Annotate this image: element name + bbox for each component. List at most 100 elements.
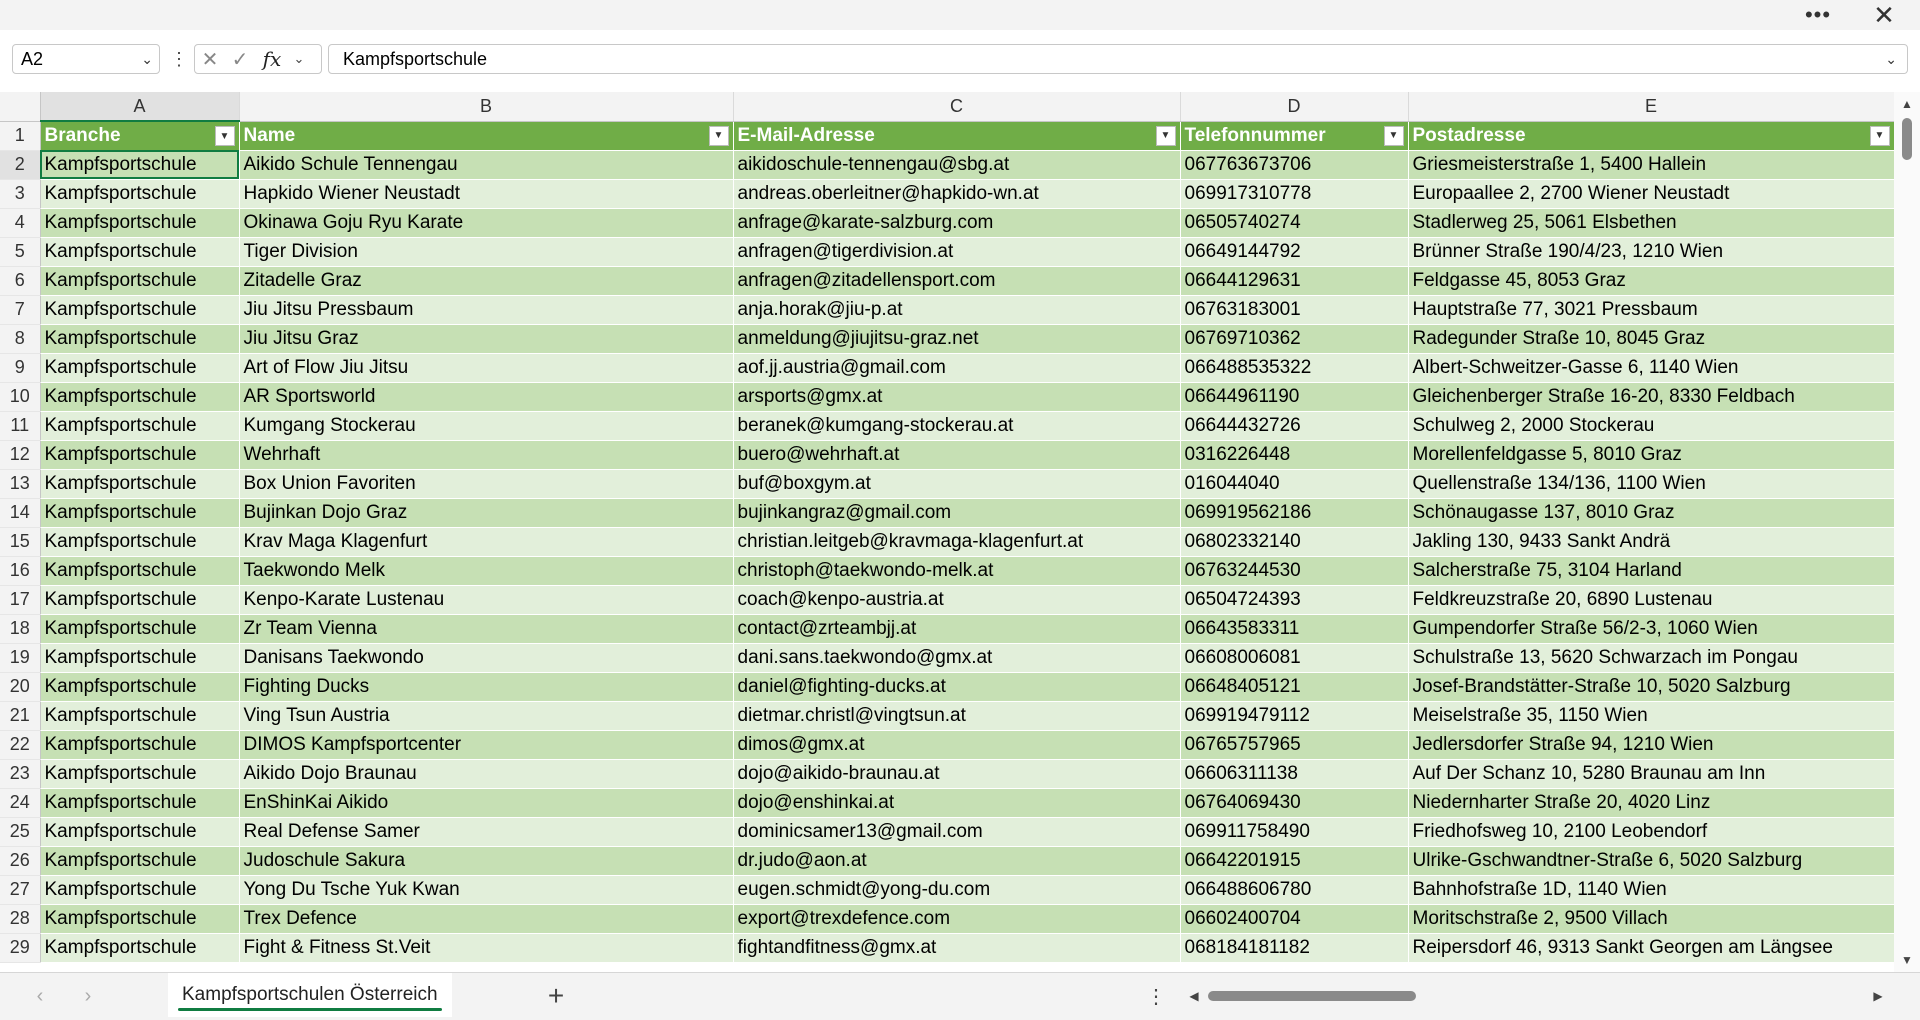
cell-name[interactable]: Aikido Dojo Braunau (239, 759, 734, 789)
filter-dropdown-icon[interactable]: ▼ (708, 125, 729, 146)
cell-branche[interactable]: Kampfsportschule (40, 846, 240, 876)
cell-branche[interactable]: Kampfsportschule (40, 585, 240, 615)
row-header[interactable]: 13 (0, 469, 41, 499)
row-header[interactable]: 4 (0, 208, 41, 238)
cell-email[interactable]: dimos@gmx.at (733, 730, 1181, 760)
cell-postadresse[interactable]: Griesmeisterstraße 1, 5400 Hallein (1408, 150, 1895, 180)
row-header[interactable]: 6 (0, 266, 41, 296)
cell-email[interactable]: buero@wehrhaft.at (733, 440, 1181, 470)
cell-email[interactable]: anfragen@zitadellensport.com (733, 266, 1181, 296)
cell-postadresse[interactable]: Gleichenberger Straße 16-20, 8330 Feldba… (1408, 382, 1895, 412)
cell-postadresse[interactable]: Hauptstraße 77, 3021 Pressbaum (1408, 295, 1895, 325)
cell-branche[interactable]: Kampfsportschule (40, 759, 240, 789)
formula-bar-grip-icon[interactable]: ⋮ (170, 44, 188, 74)
cell-telefon[interactable]: 06504724393 (1180, 585, 1409, 615)
cell-branche[interactable]: Kampfsportschule (40, 788, 240, 818)
cell-telefon[interactable]: 06648405121 (1180, 672, 1409, 702)
cell-postadresse[interactable]: Jedlersdorfer Straße 94, 1210 Wien (1408, 730, 1895, 760)
cell-email[interactable]: aof.jj.austria@gmail.com (733, 353, 1181, 383)
cell-postadresse[interactable]: Europaallee 2, 2700 Wiener Neustadt (1408, 179, 1895, 209)
cell-name[interactable]: AR Sportsworld (239, 382, 734, 412)
cell-postadresse[interactable]: Schulweg 2, 2000 Stockerau (1408, 411, 1895, 441)
cell-name[interactable]: Krav Maga Klagenfurt (239, 527, 734, 557)
cell-branche[interactable]: Kampfsportschule (40, 382, 240, 412)
cell-telefon[interactable]: 06644961190 (1180, 382, 1409, 412)
cell-postadresse[interactable]: Morellenfeldgasse 5, 8010 Graz (1408, 440, 1895, 470)
cell-telefon[interactable]: 06505740274 (1180, 208, 1409, 238)
row-header[interactable]: 18 (0, 614, 41, 644)
cell-postadresse[interactable]: Radegunder Straße 10, 8045 Graz (1408, 324, 1895, 354)
cell-telefon[interactable]: 06765757965 (1180, 730, 1409, 760)
chevron-down-icon[interactable]: ⌄ (289, 45, 309, 73)
cell-name[interactable]: Fight & Fitness St.Veit (239, 933, 734, 963)
row-header[interactable]: 7 (0, 295, 41, 325)
cell-telefon[interactable]: 06644432726 (1180, 411, 1409, 441)
cell-name[interactable]: Art of Flow Jiu Jitsu (239, 353, 734, 383)
cell-postadresse[interactable]: Moritschstraße 2, 9500 Villach (1408, 904, 1895, 934)
cell-postadresse[interactable]: Stadlerweg 25, 5061 Elsbethen (1408, 208, 1895, 238)
cell-branche[interactable]: Kampfsportschule (40, 295, 240, 325)
cell-postadresse[interactable]: Feldgasse 45, 8053 Graz (1408, 266, 1895, 296)
cell-email[interactable]: beranek@kumgang-stockerau.at (733, 411, 1181, 441)
cell-branche[interactable]: Kampfsportschule (40, 469, 240, 499)
cell-telefon[interactable]: 06644129631 (1180, 266, 1409, 296)
cell-telefon[interactable]: 06763244530 (1180, 556, 1409, 586)
row-header[interactable]: 27 (0, 875, 41, 905)
cell-postadresse[interactable]: Salcherstraße 75, 3104 Harland (1408, 556, 1895, 586)
cell-branche[interactable]: Kampfsportschule (40, 353, 240, 383)
cell-email[interactable]: arsports@gmx.at (733, 382, 1181, 412)
name-box[interactable]: A2 ⌄ (12, 44, 160, 74)
cell-email[interactable]: daniel@fighting-ducks.at (733, 672, 1181, 702)
cell-name[interactable]: EnShinKai Aikido (239, 788, 734, 818)
cell-name[interactable]: Okinawa Goju Ryu Karate (239, 208, 734, 238)
header-cell-branche[interactable]: Branche ▼ (40, 121, 240, 151)
filter-dropdown-icon[interactable]: ▼ (1869, 125, 1890, 146)
cell-postadresse[interactable]: Feldkreuzstraße 20, 6890 Lustenau (1408, 585, 1895, 615)
cell-telefon[interactable]: 066488606780 (1180, 875, 1409, 905)
cell-branche[interactable]: Kampfsportschule (40, 411, 240, 441)
cell-email[interactable]: fightandfitness@gmx.at (733, 933, 1181, 963)
cell-postadresse[interactable]: Friedhofsweg 10, 2100 Leobendorf (1408, 817, 1895, 847)
row-header[interactable]: 24 (0, 788, 41, 818)
cell-branche[interactable]: Kampfsportschule (40, 556, 240, 586)
spreadsheet-grid[interactable]: A B C D E 1 Branche ▼ Name ▼ E-Mail-Adress… (0, 92, 1920, 972)
previous-sheet-icon[interactable]: ‹ (24, 981, 56, 1011)
cell-name[interactable]: Yong Du Tsche Yuk Kwan (239, 875, 734, 905)
cell-name[interactable]: Aikido Schule Tennengau (239, 150, 734, 180)
header-cell-postadresse[interactable]: Postadresse ▼ (1408, 121, 1895, 151)
row-header[interactable]: 25 (0, 817, 41, 847)
cell-branche[interactable]: Kampfsportschule (40, 933, 240, 963)
cell-name[interactable]: Tiger Division (239, 237, 734, 267)
filter-dropdown-icon[interactable]: ▼ (1383, 125, 1404, 146)
row-header[interactable]: 14 (0, 498, 41, 528)
row-header[interactable]: 19 (0, 643, 41, 673)
row-header[interactable]: 10 (0, 382, 41, 412)
cell-postadresse[interactable]: Albert-Schweitzer-Gasse 6, 1140 Wien (1408, 353, 1895, 383)
cell-email[interactable]: eugen.schmidt@yong-du.com (733, 875, 1181, 905)
horizontal-scrollbar[interactable]: ◀ ▶ (1182, 979, 1890, 1013)
cell-email[interactable]: anja.horak@jiu-p.at (733, 295, 1181, 325)
formula-input[interactable]: Kampfsportschule ⌄ (328, 44, 1908, 74)
row-header[interactable]: 23 (0, 759, 41, 789)
row-header[interactable]: 1 (0, 121, 41, 151)
row-header[interactable]: 28 (0, 904, 41, 934)
column-header-e[interactable]: E (1408, 92, 1895, 122)
row-header[interactable]: 20 (0, 672, 41, 702)
cell-email[interactable]: coach@kenpo-austria.at (733, 585, 1181, 615)
insert-function-button[interactable]: fx (255, 45, 289, 73)
cell-postadresse[interactable]: Brünner Straße 190/4/23, 1210 Wien (1408, 237, 1895, 267)
cell-name[interactable]: Trex Defence (239, 904, 734, 934)
cell-name[interactable]: Box Union Favoriten (239, 469, 734, 499)
cell-name[interactable]: Kumgang Stockerau (239, 411, 734, 441)
row-header[interactable]: 9 (0, 353, 41, 383)
horizontal-scroll-thumb[interactable] (1208, 991, 1416, 1001)
scroll-up-icon[interactable]: ▲ (1894, 92, 1920, 116)
cell-postadresse[interactable]: Reipersdorf 46, 9313 Sankt Georgen am Lä… (1408, 933, 1895, 963)
cell-postadresse[interactable]: Auf Der Schanz 10, 5280 Braunau am Inn (1408, 759, 1895, 789)
cell-name[interactable]: Fighting Ducks (239, 672, 734, 702)
cell-name[interactable]: Zitadelle Graz (239, 266, 734, 296)
cell-branche[interactable]: Kampfsportschule (40, 266, 240, 296)
cell-name[interactable]: Zr Team Vienna (239, 614, 734, 644)
row-header[interactable]: 5 (0, 237, 41, 267)
row-header[interactable]: 29 (0, 933, 41, 963)
